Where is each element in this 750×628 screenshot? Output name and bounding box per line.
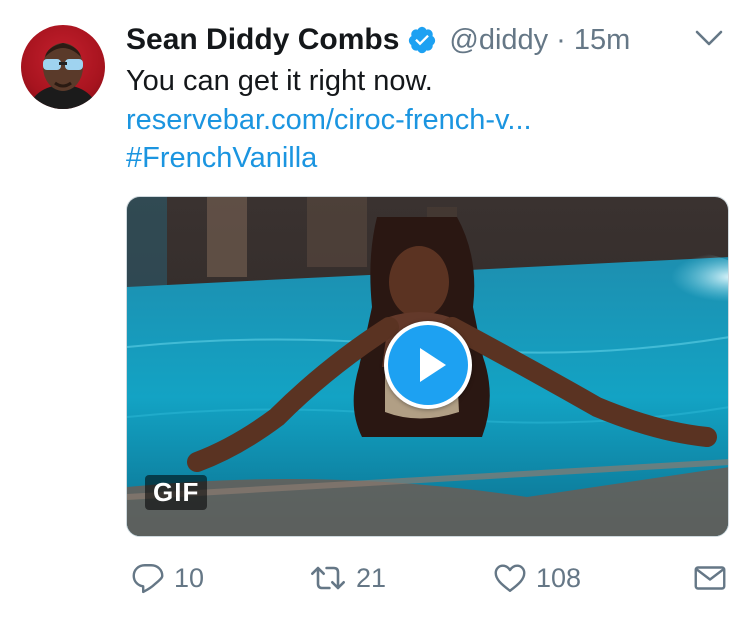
tweet-timestamp[interactable]: 15m [574, 24, 630, 57]
like-count: 108 [536, 562, 582, 593]
avatar[interactable] [21, 25, 105, 109]
heart-icon [494, 564, 526, 592]
envelope-icon [694, 566, 726, 590]
verified-badge-icon [407, 25, 437, 55]
tweet-header: Sean Diddy Combs @diddy · 15m [126, 18, 630, 62]
separator-dot: · [556, 23, 566, 56]
reply-icon [132, 564, 164, 594]
tweet-action-bar: 10 21 108 [0, 558, 750, 598]
gif-badge: GIF [145, 475, 208, 510]
play-icon [388, 325, 468, 405]
retweet-icon [311, 566, 345, 590]
tweet-card[interactable]: Sean Diddy Combs @diddy · 15m You can ge… [0, 0, 750, 628]
tweet-media-gif[interactable]: GIF [126, 196, 729, 537]
retweet-count: 21 [356, 562, 387, 593]
author-handle[interactable]: @diddy [449, 24, 548, 57]
chevron-down-icon[interactable] [694, 26, 724, 50]
play-button[interactable] [384, 321, 472, 409]
like-button[interactable]: 108 [492, 558, 581, 598]
tweet-link[interactable]: reservebar.com/ciroc-french-v... [126, 101, 532, 139]
reply-count: 10 [174, 562, 205, 593]
reply-button[interactable]: 10 [130, 558, 204, 598]
tweet-hashtag[interactable]: #FrenchVanilla [126, 139, 317, 177]
direct-message-button[interactable] [692, 558, 728, 598]
tweet-text: You can get it right now. [126, 65, 433, 97]
author-name[interactable]: Sean Diddy Combs [126, 23, 399, 57]
retweet-button[interactable]: 21 [308, 558, 386, 598]
avatar-photo [29, 43, 97, 109]
